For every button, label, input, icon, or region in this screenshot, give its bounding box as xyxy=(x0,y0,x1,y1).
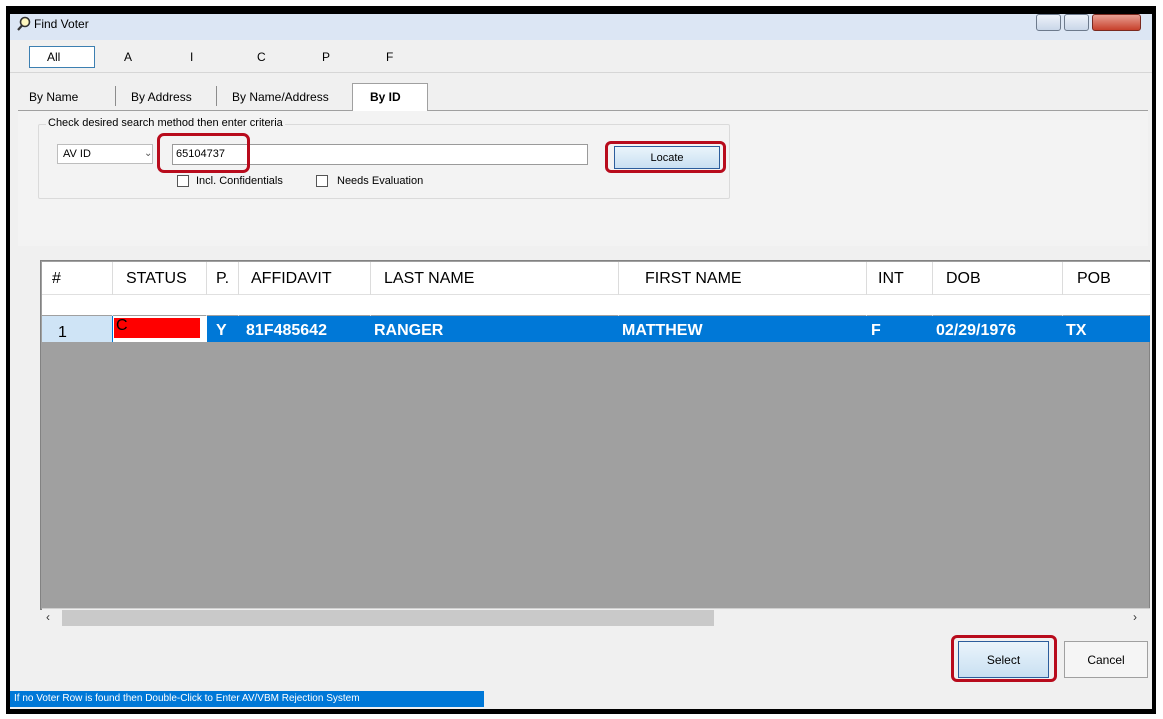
column-header-first-name[interactable]: FIRST NAME xyxy=(645,270,742,288)
close-button[interactable] xyxy=(1092,14,1141,31)
filter-c[interactable]: C xyxy=(257,50,266,64)
filter-bar xyxy=(10,42,1152,73)
cell-pob: TX xyxy=(1066,322,1087,339)
scrollbar-thumb[interactable] xyxy=(62,610,714,626)
maximize-button[interactable] xyxy=(1064,14,1089,31)
annotation-highlight xyxy=(157,133,250,173)
title-bar xyxy=(10,14,1152,40)
incl-confidentials-label: Incl. Confidentials xyxy=(196,175,283,187)
filter-p[interactable]: P xyxy=(322,50,330,64)
cell-p: Y xyxy=(216,322,227,339)
cell-affidavit: 81F485642 xyxy=(246,322,327,339)
column-header-dob[interactable]: DOB xyxy=(946,270,981,288)
cell-dob: 02/29/1976 xyxy=(936,322,1017,339)
filter-all[interactable]: All xyxy=(29,46,95,68)
row-number-cell xyxy=(42,316,112,342)
cell-last-name: RANGER xyxy=(374,322,444,339)
filter-f[interactable]: F xyxy=(386,50,393,64)
needs-evaluation-label: Needs Evaluation xyxy=(337,175,424,187)
search-icon xyxy=(17,16,31,31)
tab-by-address[interactable]: By Address xyxy=(131,90,192,104)
grid-header xyxy=(42,262,1150,295)
column-header-int[interactable]: INT xyxy=(878,270,904,288)
cell-int: F xyxy=(871,322,881,339)
column-header-pob[interactable]: POB xyxy=(1077,270,1111,288)
filter-i[interactable]: I xyxy=(190,50,193,64)
filter-a[interactable]: A xyxy=(124,50,132,64)
column-header-status[interactable]: STATUS xyxy=(126,270,187,288)
tab-by-id[interactable]: By ID xyxy=(352,83,428,111)
search-method-select[interactable]: AV ID xyxy=(57,144,153,164)
cancel-button[interactable]: Cancel xyxy=(1064,641,1148,678)
group-label: Check desired search method then enter c… xyxy=(46,117,285,129)
chevron-left-icon[interactable]: ‹ xyxy=(46,610,50,624)
minimize-button[interactable] xyxy=(1036,14,1061,31)
cell-first-name: MATTHEW xyxy=(622,322,703,339)
tab-by-name-address[interactable]: By Name/Address xyxy=(232,90,329,104)
column-header-affidavit[interactable]: AFFIDAVIT xyxy=(251,270,332,288)
filter-row[interactable] xyxy=(42,295,1150,315)
annotation-highlight xyxy=(951,635,1057,682)
status-value: C xyxy=(116,317,128,334)
chevron-down-icon: ⌄ xyxy=(144,148,153,159)
tab-by-name[interactable]: By Name xyxy=(29,90,78,104)
chevron-right-icon[interactable]: › xyxy=(1133,610,1137,624)
status-bar[interactable]: If no Voter Row is found then Double-Cli… xyxy=(10,691,484,707)
incl-confidentials-checkbox[interactable] xyxy=(177,175,189,187)
column-header-num[interactable]: # xyxy=(52,270,61,288)
column-header-last-name[interactable]: LAST NAME xyxy=(384,270,474,288)
tab-separator xyxy=(216,86,217,106)
row-number: 1 xyxy=(58,324,67,341)
needs-evaluation-checkbox[interactable] xyxy=(316,175,328,187)
window-title: Find Voter xyxy=(34,17,89,31)
annotation-highlight xyxy=(605,141,726,173)
tab-separator xyxy=(115,86,116,106)
column-header-p[interactable]: P. xyxy=(216,270,229,288)
